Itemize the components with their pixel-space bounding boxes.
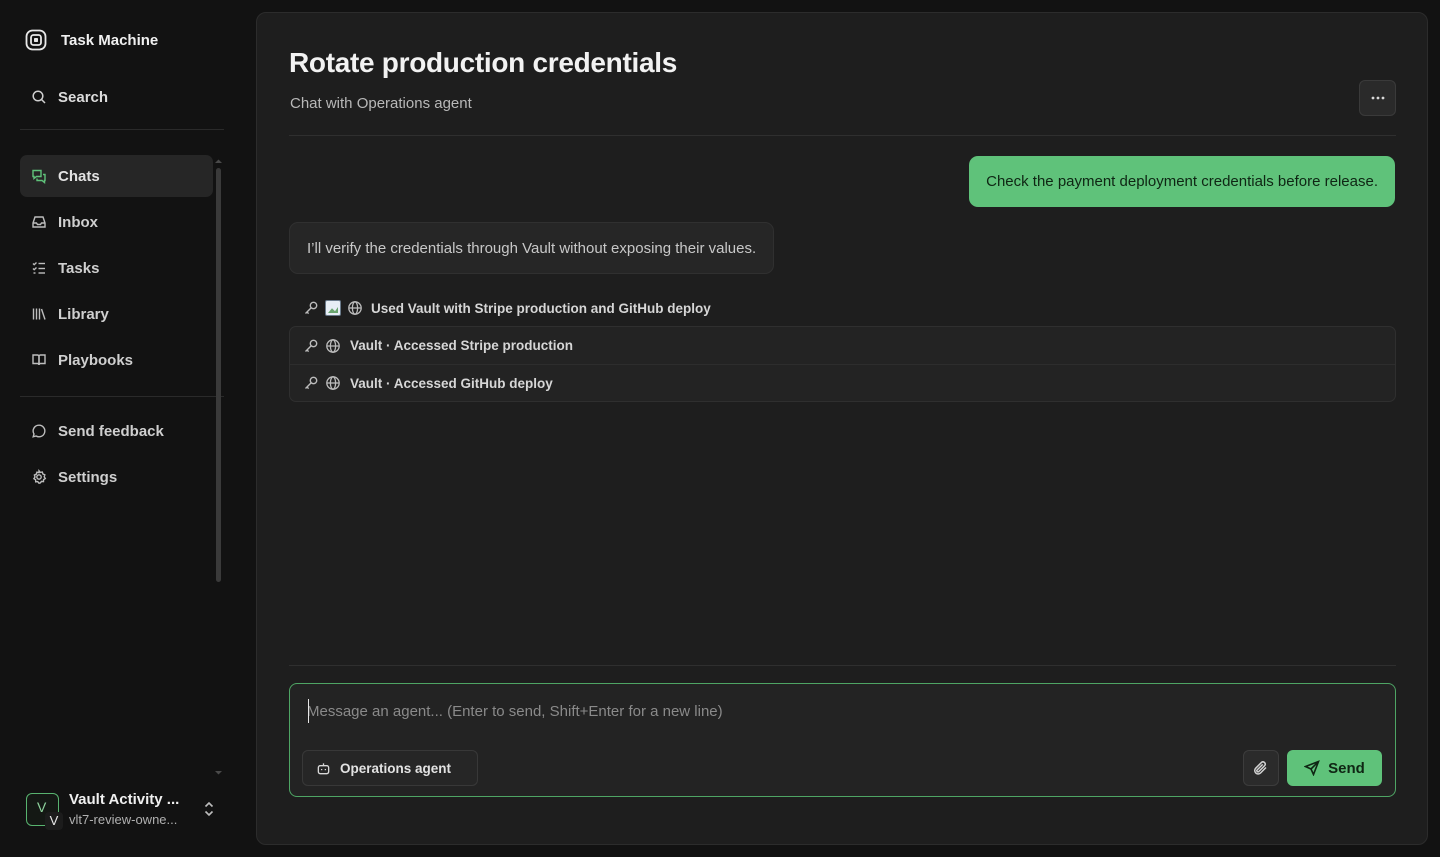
tool-call-label: Vault · Accessed Stripe production [350, 338, 574, 353]
send-button[interactable]: Send [1287, 750, 1382, 786]
scroll-up-arrow-icon[interactable] [214, 158, 223, 164]
chats-icon [31, 168, 47, 184]
sidebar-item-label: Settings [58, 468, 118, 486]
sidebar-item-chats[interactable]: Chats [20, 155, 213, 197]
sidebar-divider [20, 396, 224, 397]
chat-panel: Rotate production credentials Chat with … [256, 12, 1428, 845]
sidebar-item-tasks[interactable]: Tasks [20, 247, 213, 289]
account-switcher[interactable]: V V Vault Activity ... vlt7-review-owne.… [26, 787, 222, 831]
task-machine-logo-icon [24, 28, 48, 52]
tool-summary-label: Used Vault with Stripe production and Gi… [371, 300, 711, 316]
account-text: Vault Activity ... vlt7-review-owne... [69, 791, 197, 827]
sidebar-item-label: Tasks [58, 259, 100, 277]
page-subtitle: Chat with Operations agent [290, 95, 472, 112]
more-horizontal-icon [1371, 96, 1385, 100]
agent-message: I’ll verify the credentials through Vaul… [289, 222, 775, 274]
inbox-icon [31, 214, 47, 230]
attach-file-button[interactable] [1243, 750, 1279, 786]
tool-call-label: Vault · Accessed GitHub deploy [350, 375, 553, 391]
sidebar-item-label: Library [58, 305, 109, 323]
account-subtitle: vlt7-review-owne... [69, 812, 178, 827]
settings-button[interactable]: Settings [20, 456, 213, 498]
agent-selector-label: Operations agent [340, 760, 452, 776]
user-message: Check the payment deployment credentials… [969, 156, 1395, 207]
send-feedback-button[interactable]: Send feedback [20, 410, 213, 452]
globe-icon [325, 338, 341, 354]
more-options-button[interactable] [1359, 80, 1396, 116]
sidebar-item-label: Inbox [58, 213, 98, 231]
tool-call-item[interactable]: Vault · Accessed GitHub deploy [290, 364, 1395, 401]
tool-usage-summary[interactable]: Used Vault with Stripe production and Gi… [303, 298, 711, 318]
avatar-badge: V [45, 811, 63, 830]
search-label: Search [58, 88, 109, 106]
playbooks-icon [31, 352, 47, 368]
composer-divider [289, 665, 1396, 666]
agent-selector[interactable]: Operations agent [302, 750, 478, 786]
sidebar-item-label: Send feedback [58, 422, 164, 440]
tool-call-item[interactable]: Vault · Accessed Stripe production [290, 327, 1395, 364]
sidebar-divider [20, 129, 224, 130]
sidebar-item-label: Chats [58, 167, 100, 185]
page-title: Rotate production credentials [289, 47, 678, 78]
globe-icon [325, 375, 341, 391]
scroll-down-arrow-icon[interactable] [214, 770, 223, 776]
avatar-letter: V [37, 798, 47, 815]
sidebar-item-playbooks[interactable]: Playbooks [20, 339, 213, 381]
avatar: V V [26, 792, 63, 830]
sidebar-item-label: Playbooks [58, 351, 134, 369]
key-icon [303, 338, 319, 354]
bot-icon [316, 761, 331, 776]
message-composer: Operations agent Send [289, 683, 1396, 797]
brand-name: Task Machine [61, 31, 159, 49]
sidebar: Task Machine Search Chats Inbox Tasks Li… [0, 0, 240, 857]
send-icon [1304, 760, 1321, 776]
message-input[interactable] [307, 696, 1377, 726]
tool-call-list: Vault · Accessed Stripe production Vault… [289, 326, 1396, 402]
gear-icon [31, 469, 47, 485]
sidebar-item-inbox[interactable]: Inbox [20, 201, 213, 243]
brand[interactable]: Task Machine [24, 28, 158, 52]
tasks-icon [31, 260, 47, 276]
header-divider [289, 135, 1396, 136]
message-circle-icon [31, 423, 47, 439]
broken-image-icon [325, 300, 341, 316]
text-caret [308, 699, 309, 723]
sidebar-item-library[interactable]: Library [20, 293, 213, 335]
search-button[interactable]: Search [20, 80, 220, 114]
key-icon [303, 300, 319, 316]
library-icon [31, 306, 47, 322]
sidebar-scrollbar-thumb[interactable] [216, 168, 221, 582]
key-icon [303, 375, 319, 391]
search-icon [31, 89, 47, 105]
chevrons-up-down-icon [202, 800, 216, 818]
paperclip-icon [1252, 759, 1270, 777]
globe-icon [347, 300, 363, 316]
send-label: Send [1328, 759, 1365, 777]
account-name: Vault Activity ... [69, 791, 180, 808]
